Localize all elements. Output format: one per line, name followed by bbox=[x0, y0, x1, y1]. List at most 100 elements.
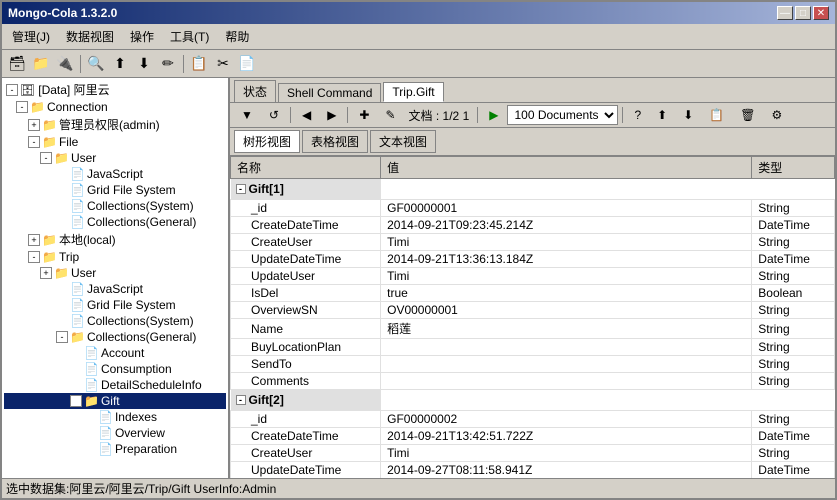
status-text: 选中数据集:阿里云/阿里云/Trip/Gift UserInfo:Admin bbox=[6, 480, 276, 497]
minimize-button[interactable]: — bbox=[777, 6, 793, 20]
toolbar-btn-4[interactable]: 🔍 bbox=[85, 53, 107, 75]
import-btn[interactable]: ⬇ bbox=[676, 106, 700, 124]
tree-label-account: Account bbox=[101, 346, 144, 360]
toolbar-btn-3[interactable]: 🔌 bbox=[54, 53, 76, 75]
tree-item-file[interactable]: - 📁 File bbox=[4, 134, 226, 150]
toolbar-btn-7[interactable]: ✏ bbox=[157, 53, 179, 75]
expand-file[interactable]: - bbox=[28, 136, 40, 148]
settings-btn[interactable]: ⚙ bbox=[764, 106, 789, 124]
expand-gift[interactable]: - bbox=[70, 395, 82, 407]
tab-shell[interactable]: Shell Command bbox=[278, 83, 381, 102]
tree-item-gfs2[interactable]: 📄 Grid File System bbox=[4, 297, 226, 313]
add-btn[interactable]: ✚ bbox=[352, 106, 376, 124]
export-btn[interactable]: ⬆ bbox=[650, 106, 674, 124]
file-icon3: 📄 bbox=[70, 183, 85, 197]
maximize-button[interactable]: □ bbox=[795, 6, 811, 20]
tree-item-account[interactable]: 📄 Account bbox=[4, 345, 226, 361]
folder-icon-user1: 📁 bbox=[54, 151, 69, 165]
view-tab-table[interactable]: 表格视图 bbox=[302, 130, 368, 153]
expand-root[interactable]: - bbox=[6, 84, 18, 96]
tree-root[interactable]: - 🗄 [Data] 阿里云 bbox=[4, 80, 226, 99]
help-btn[interactable]: ? bbox=[627, 106, 648, 124]
tree-item-user1[interactable]: - 📁 User bbox=[4, 150, 226, 166]
edit-btn[interactable]: ✎ bbox=[378, 106, 402, 124]
tree-item-colsys2[interactable]: 📄 Collections(System) bbox=[4, 313, 226, 329]
menu-tools[interactable]: 工具(T) bbox=[164, 26, 215, 47]
expand-local[interactable]: + bbox=[28, 234, 40, 246]
expand-user1[interactable]: - bbox=[40, 152, 52, 164]
expand-colgen2[interactable]: - bbox=[56, 331, 68, 343]
content-sep-3 bbox=[477, 107, 478, 123]
next-btn[interactable]: ▶ bbox=[320, 106, 343, 124]
col-header-type: 类型 bbox=[752, 157, 835, 179]
menu-dataview[interactable]: 数据视图 bbox=[60, 26, 120, 47]
tree-item-colsys1[interactable]: 📄 Collections(System) bbox=[4, 198, 226, 214]
tree-item-overview[interactable]: 📄 Overview bbox=[4, 425, 226, 441]
expand-connection[interactable]: - bbox=[16, 101, 28, 113]
table-row[interactable]: UpdateDateTime 2014-09-21T13:36:13.184Z … bbox=[231, 251, 835, 268]
tree-item-user2[interactable]: + 📁 User bbox=[4, 265, 226, 281]
tree-item-colgen2[interactable]: - 📁 Collections(General) bbox=[4, 329, 226, 345]
expand-user2[interactable]: + bbox=[40, 267, 52, 279]
table-row[interactable]: CreateUser Timi String bbox=[231, 445, 835, 462]
tree-item-gift[interactable]: - 📁 Gift bbox=[4, 393, 226, 409]
tree-item-trip[interactable]: - 📁 Trip bbox=[4, 249, 226, 265]
table-row[interactable]: Comments String bbox=[231, 373, 835, 390]
table-row[interactable]: _id GF00000001 String bbox=[231, 200, 835, 217]
expand-admin[interactable]: + bbox=[28, 119, 40, 131]
view-tab-text[interactable]: 文本视图 bbox=[370, 130, 436, 153]
cell-value bbox=[381, 339, 752, 356]
play-btn[interactable]: ▶ bbox=[482, 106, 505, 124]
table-row[interactable]: UpdateUser Timi String bbox=[231, 268, 835, 285]
table-row[interactable]: Name 稻莲 String bbox=[231, 319, 835, 339]
tree-item-consumption[interactable]: 📄 Consumption bbox=[4, 361, 226, 377]
table-group-row[interactable]: - Gift[2] bbox=[231, 390, 835, 411]
tree-item-js2[interactable]: 📄 JavaScript bbox=[4, 281, 226, 297]
tree-label-preparation: Preparation bbox=[115, 442, 177, 456]
tree-item-connection[interactable]: - 📁 Connection bbox=[4, 99, 226, 115]
table-row[interactable]: BuyLocationPlan String bbox=[231, 339, 835, 356]
table-row[interactable]: CreateUser Timi String bbox=[231, 234, 835, 251]
toolbar-btn-1[interactable]: 🗃 bbox=[6, 53, 28, 75]
toolbar-btn-9[interactable]: ✂ bbox=[212, 53, 234, 75]
toolbar-btn-6[interactable]: ⬇ bbox=[133, 53, 155, 75]
toolbar-btn-5[interactable]: ⬆ bbox=[109, 53, 131, 75]
table-row[interactable]: CreateDateTime 2014-09-21T09:23:45.214Z … bbox=[231, 217, 835, 234]
view-tab-tree[interactable]: 树形视图 bbox=[234, 130, 300, 153]
tree-item-preparation[interactable]: 📄 Preparation bbox=[4, 441, 226, 457]
refresh-btn[interactable]: ↺ bbox=[262, 106, 286, 124]
file-icon10: 📄 bbox=[84, 362, 99, 376]
tree-item-detailschedule[interactable]: 📄 DetailScheduleInfo bbox=[4, 377, 226, 393]
table-row[interactable]: CreateDateTime 2014-09-21T13:42:51.722Z … bbox=[231, 428, 835, 445]
doc-count-select[interactable]: 100 Documents bbox=[507, 105, 618, 125]
tree-item-js1[interactable]: 📄 JavaScript bbox=[4, 166, 226, 182]
table-row[interactable]: IsDel true Boolean bbox=[231, 285, 835, 302]
tab-status[interactable]: 状态 bbox=[234, 80, 276, 102]
table-group-row[interactable]: - Gift[1] bbox=[231, 179, 835, 200]
filter-btn[interactable]: ▼ bbox=[234, 106, 260, 124]
tab-trip-gift[interactable]: Trip.Gift bbox=[383, 82, 443, 102]
table-row[interactable]: _id GF00000002 String bbox=[231, 411, 835, 428]
expand-trip[interactable]: - bbox=[28, 251, 40, 263]
file-icon2: 📄 bbox=[70, 167, 85, 181]
prev-btn[interactable]: ◀ bbox=[295, 106, 318, 124]
tree-item-colgen1[interactable]: 📄 Collections(General) bbox=[4, 214, 226, 230]
toolbar-btn-8[interactable]: 📋 bbox=[188, 53, 210, 75]
tree-item-gfs1[interactable]: 📄 Grid File System bbox=[4, 182, 226, 198]
menu-help[interactable]: 帮助 bbox=[219, 26, 255, 47]
table-row[interactable]: UpdateDateTime 2014-09-27T08:11:58.941Z … bbox=[231, 462, 835, 479]
close-button[interactable]: ✕ bbox=[813, 6, 829, 20]
cell-type: String bbox=[752, 339, 835, 356]
table-row[interactable]: SendTo String bbox=[231, 356, 835, 373]
toolbar-btn-10[interactable]: 📄 bbox=[236, 53, 258, 75]
menu-operations[interactable]: 操作 bbox=[124, 26, 160, 47]
table-row[interactable]: OverviewSN OV00000001 String bbox=[231, 302, 835, 319]
cell-value: 2014-09-21T13:42:51.722Z bbox=[381, 428, 752, 445]
menu-manage[interactable]: 管理(J) bbox=[6, 26, 56, 47]
tree-item-indexes[interactable]: 📄 Indexes bbox=[4, 409, 226, 425]
tree-item-admin[interactable]: + 📁 管理员权限(admin) bbox=[4, 115, 226, 134]
toolbar-btn-2[interactable]: 📁 bbox=[30, 53, 52, 75]
tree-item-local[interactable]: + 📁 本地(local) bbox=[4, 230, 226, 249]
copy-btn[interactable]: 📋 bbox=[702, 106, 731, 124]
delete-btn[interactable]: 🗑 bbox=[733, 106, 762, 124]
